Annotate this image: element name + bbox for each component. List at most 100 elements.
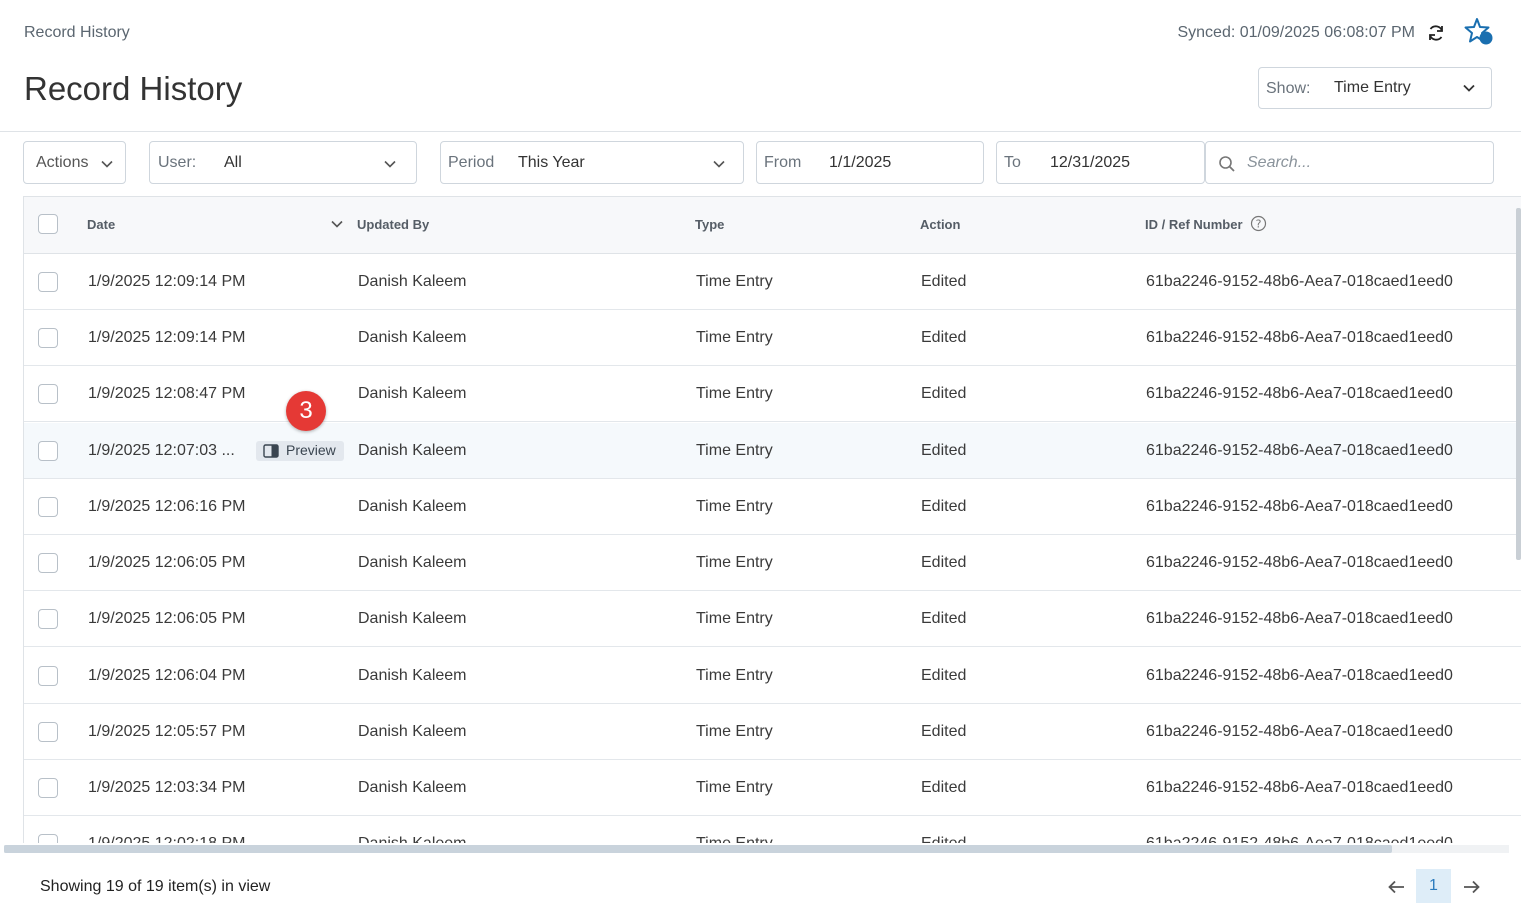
row-action: Edited [921, 554, 967, 571]
row-action: Edited [921, 835, 966, 843]
record-history-table: Date Updated By Type Action ID / Ref Num… [23, 196, 1521, 843]
row-checkbox[interactable] [38, 441, 58, 461]
row-checkbox[interactable] [38, 722, 58, 742]
column-header-type[interactable]: Type [695, 217, 724, 232]
row-checkbox[interactable] [38, 384, 58, 404]
preview-button[interactable]: Preview [256, 441, 344, 461]
select-all-checkbox[interactable] [38, 214, 58, 234]
from-label: From [764, 154, 802, 171]
table-row[interactable]: 1/9/2025 12:06:05 PM Danish Kaleem Time En… [24, 591, 1521, 647]
row-type: Time Entry [696, 610, 773, 627]
row-type: Time Entry [696, 835, 773, 843]
table-row[interactable]: 1/9/2025 12:09:14 PM Danish Kaleem Time En… [24, 310, 1521, 366]
row-checkbox[interactable] [38, 834, 58, 843]
row-updated-by: Danish Kaleem [358, 273, 467, 290]
period-filter-select[interactable]: Period This Year [440, 141, 744, 184]
vertical-scrollbar[interactable] [1516, 208, 1521, 560]
row-type: Time Entry [696, 554, 773, 571]
column-header-id-ref[interactable]: ID / Ref Number [1145, 217, 1243, 232]
table-row[interactable]: 1/9/2025 12:03:34 PM Danish Kaleem Time En… [24, 760, 1521, 816]
page-1-button[interactable]: 1 [1416, 869, 1451, 903]
chevron-down-icon [101, 160, 113, 168]
table-row[interactable]: 1/9/2025 12:07:03 ... Danish Kaleem Time E… [24, 423, 1521, 479]
sort-chevron-down-icon[interactable] [330, 217, 344, 231]
search-input[interactable]: Search... [1205, 141, 1494, 184]
row-updated-by: Danish Kaleem [358, 779, 467, 796]
page-title: Record History [24, 70, 243, 107]
horizontal-scrollbar[interactable] [4, 845, 1392, 853]
column-header-updated-by[interactable]: Updated By [357, 217, 429, 232]
row-date: 1/9/2025 12:02:18 PM [88, 835, 245, 843]
show-label: Show: [1266, 80, 1311, 97]
row-action: Edited [921, 385, 967, 402]
chevron-down-icon [713, 160, 725, 168]
column-header-date[interactable]: Date [87, 217, 115, 232]
row-date: 1/9/2025 12:07:03 ... [88, 442, 235, 459]
row-type: Time Entry [696, 779, 773, 796]
period-value: This Year [518, 154, 585, 171]
from-date-value[interactable]: 1/1/2025 [829, 154, 891, 172]
svg-text:?: ? [1256, 218, 1262, 231]
period-label: Period [448, 154, 495, 171]
refresh-icon[interactable] [1426, 23, 1446, 43]
row-id-ref: 61ba2246-9152-48b6-Aea7-018caed1eed0 [1146, 329, 1453, 346]
row-date: 1/9/2025 12:05:57 PM [88, 723, 246, 740]
from-date-field[interactable]: From 1/1/2025 [756, 141, 984, 184]
breadcrumb[interactable]: Record History [24, 24, 130, 42]
to-date-field[interactable]: To 12/31/2025 [996, 141, 1205, 184]
row-action: Edited [921, 498, 967, 515]
row-checkbox[interactable] [38, 272, 58, 292]
table-header: Date Updated By Type Action ID / Ref Num… [24, 197, 1521, 254]
row-action: Edited [921, 610, 967, 627]
table-row[interactable]: 1/9/2025 12:02:18 PM Danish Kaleem Time En… [24, 816, 1521, 843]
table-row[interactable]: 1/9/2025 12:06:16 PM Danish Kaleem Time En… [24, 479, 1521, 535]
row-checkbox[interactable] [38, 553, 58, 573]
row-date: 1/9/2025 12:06:05 PM [88, 554, 246, 571]
row-id-ref: 61ba2246-9152-48b6-Aea7-018caed1eed0 [1146, 273, 1453, 290]
row-updated-by: Danish Kaleem [358, 498, 467, 515]
help-circle-icon[interactable]: ? [1250, 215, 1267, 232]
column-header-action[interactable]: Action [920, 217, 960, 232]
actions-dropdown[interactable]: Actions [23, 141, 126, 184]
row-action: Edited [921, 442, 967, 459]
row-updated-by: Danish Kaleem [358, 442, 467, 459]
row-id-ref: 61ba2246-9152-48b6-Aea7-018caed1eed0 [1146, 498, 1453, 515]
preview-label: Preview [286, 442, 336, 458]
sync-status: Synced: 01/09/2025 06:08:07 PM [1177, 24, 1415, 41]
row-type: Time Entry [696, 667, 773, 684]
row-checkbox[interactable] [38, 666, 58, 686]
row-date: 1/9/2025 12:06:05 PM [88, 610, 246, 627]
row-updated-by: Danish Kaleem [358, 554, 467, 571]
row-checkbox[interactable] [38, 497, 58, 517]
table-row[interactable]: 1/9/2025 12:05:57 PM Danish Kaleem Time En… [24, 704, 1521, 760]
user-filter-select[interactable]: User: All [149, 141, 417, 184]
row-checkbox[interactable] [38, 609, 58, 629]
to-date-value[interactable]: 12/31/2025 [1050, 154, 1130, 172]
arrow-left-icon[interactable] [1386, 876, 1408, 898]
search-icon [1219, 156, 1235, 172]
row-updated-by: Danish Kaleem [358, 835, 467, 843]
row-action: Edited [921, 273, 967, 290]
row-checkbox[interactable] [38, 328, 58, 348]
row-date: 1/9/2025 12:06:04 PM [88, 667, 246, 684]
table-row[interactable]: 1/9/2025 12:09:14 PM Danish Kaleem Time En… [24, 254, 1521, 310]
row-date: 1/9/2025 12:03:34 PM [88, 779, 246, 796]
favorite-star-icon[interactable] [1464, 17, 1494, 47]
to-label: To [1004, 154, 1021, 171]
table-row[interactable]: 1/9/2025 12:06:05 PM Danish Kaleem Time En… [24, 535, 1521, 591]
row-action: Edited [921, 667, 967, 684]
user-label: User: [158, 154, 197, 171]
preview-panel-icon [263, 444, 279, 458]
row-date: 1/9/2025 12:09:14 PM [88, 329, 246, 346]
row-type: Time Entry [696, 329, 773, 346]
row-type: Time Entry [696, 385, 773, 402]
row-id-ref: 61ba2246-9152-48b6-Aea7-018caed1eed0 [1146, 385, 1453, 402]
table-row[interactable]: 1/9/2025 12:06:04 PM Danish Kaleem Time En… [24, 648, 1521, 704]
table-row[interactable]: 1/9/2025 12:08:47 PM Danish Kaleem Time En… [24, 366, 1521, 422]
show-value: Time Entry [1334, 79, 1411, 96]
arrow-right-icon[interactable] [1460, 876, 1482, 898]
show-type-select[interactable]: Show: Time Entry [1258, 67, 1492, 109]
row-checkbox[interactable] [38, 778, 58, 798]
row-updated-by: Danish Kaleem [358, 723, 467, 740]
row-updated-by: Danish Kaleem [358, 329, 467, 346]
